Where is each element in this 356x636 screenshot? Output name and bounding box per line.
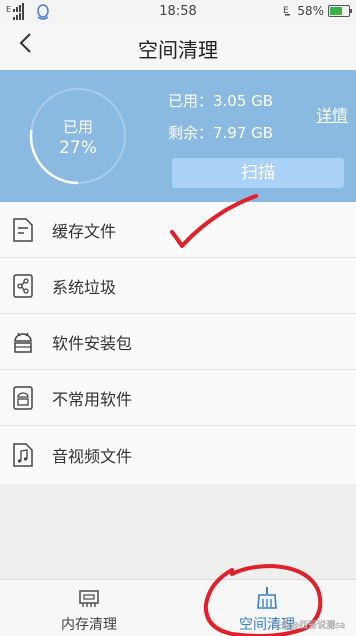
cleanup-category-list: 缓存文件 系统垃圾 软件安装包 不常用软件 音视频文件: [0, 202, 356, 484]
header: 空间清理: [0, 24, 356, 70]
free-space: 剩余：7.97 GB: [168, 124, 274, 142]
android-icon: [14, 332, 32, 353]
battery-fill: [330, 7, 342, 15]
page-title: 空间清理: [138, 38, 218, 62]
list-item-unused-apps[interactable]: 不常用软件: [0, 370, 356, 426]
battery-icon: [328, 5, 352, 17]
list-item-media-files[interactable]: 音视频文件: [0, 426, 356, 484]
memory-chip-icon: [79, 590, 99, 607]
android-box-icon: [13, 385, 33, 410]
bottom-nav: 内存清理 空间清理: [0, 579, 356, 636]
scan-button[interactable]: 扫描: [172, 158, 344, 188]
music-file-icon: [13, 443, 33, 467]
battery-percent: 58%: [297, 4, 324, 18]
list-item-label: 不常用软件: [52, 389, 133, 409]
list-item-system-junk[interactable]: 系统垃圾: [0, 258, 356, 314]
gauge-text: 已用 27%: [26, 84, 130, 188]
broom-icon: [257, 587, 277, 609]
list-item-install-packages[interactable]: 软件安装包: [0, 314, 356, 370]
status-bar: E 18:58 E 58%: [0, 0, 356, 24]
list-item-label: 软件安装包: [52, 333, 133, 353]
tab-label: 内存清理: [61, 617, 117, 633]
tab-memory-clean[interactable]: 内存清理: [0, 580, 178, 636]
used-space: 已用：3.05 GB: [168, 92, 274, 110]
signal-e-icon: E: [283, 6, 291, 16]
list-item-label: 系统垃圾: [52, 277, 117, 297]
tab-label: 空间清理: [239, 617, 295, 633]
share-file-icon: [13, 273, 33, 298]
document-icon: [13, 217, 33, 242]
tab-space-clean[interactable]: 空间清理: [178, 580, 356, 636]
list-item-label: 缓存文件: [52, 221, 117, 241]
details-link[interactable]: 详情: [316, 102, 348, 126]
list-item-label: 音视频文件: [52, 447, 133, 466]
gauge-percent: 27%: [59, 138, 97, 158]
storage-panel: 已用 27% 已用：3.05 GB 剩余：7.97 GB 详情 扫描: [0, 70, 356, 202]
gauge-label: 已用: [62, 118, 93, 136]
status-right-icons: E 58%: [283, 4, 352, 18]
list-item-cache-files[interactable]: 缓存文件: [0, 202, 356, 258]
